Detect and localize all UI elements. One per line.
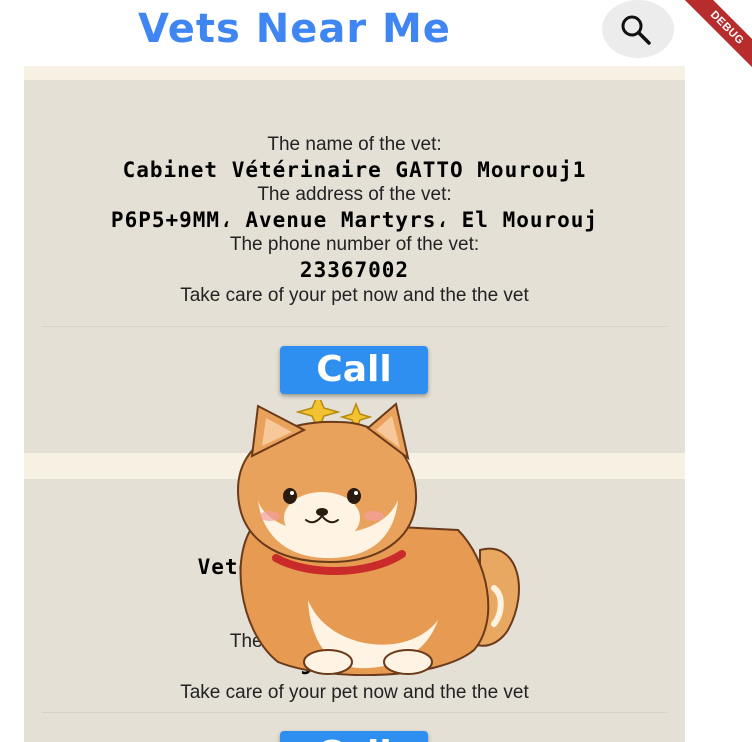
care-note: Take care of your pet now and the the ve… bbox=[180, 285, 529, 306]
vet-address-label: The address of the vet: bbox=[257, 581, 452, 602]
vet-address: P6P5+9MM، Avenue Martyrs، El Mourouj bbox=[110, 208, 599, 232]
vet-phone: 98753450 bbox=[299, 655, 410, 679]
care-note: Take care of your pet now and the the ve… bbox=[180, 682, 529, 703]
card-divider bbox=[42, 712, 667, 713]
vet-name-label: The name of the vet: bbox=[267, 531, 442, 552]
vet-address: Tunis bbox=[320, 605, 389, 629]
vet-list[interactable]: The name of the vet: Cabinet Vétérinaire… bbox=[24, 66, 685, 742]
search-icon bbox=[621, 15, 651, 45]
vet-card: The name of the vet: Cabinet Vétérinaire… bbox=[24, 80, 685, 453]
vet-name: Cabinet Vétérinaire GATTO Mourouj1 bbox=[122, 158, 587, 182]
card-divider bbox=[42, 326, 667, 327]
vet-phone: 23367002 bbox=[299, 258, 410, 282]
list-top-strip bbox=[24, 66, 685, 80]
vet-address-label: The address of the vet: bbox=[257, 184, 452, 205]
card-spacer bbox=[24, 453, 685, 479]
call-button[interactable]: Call bbox=[280, 731, 428, 742]
vet-card: The name of the vet: Veterinary Clinic M… bbox=[24, 479, 685, 742]
vet-phone-label: The phone number of the vet: bbox=[229, 631, 480, 652]
app-screen: Vets Near Me The name of the vet: Cabine… bbox=[0, 0, 686, 742]
app-bar: Vets Near Me bbox=[0, 0, 686, 66]
call-button[interactable]: Call bbox=[280, 346, 428, 394]
vet-name-label: The name of the vet: bbox=[267, 134, 442, 155]
search-button[interactable] bbox=[602, 0, 674, 58]
vet-name: Veterinary Clinic Manar bbox=[197, 555, 512, 579]
debug-banner-label: DEBUG bbox=[681, 0, 752, 70]
page-title: Vets Near Me bbox=[138, 6, 451, 52]
vet-phone-label: The phone number of the vet: bbox=[229, 234, 480, 255]
